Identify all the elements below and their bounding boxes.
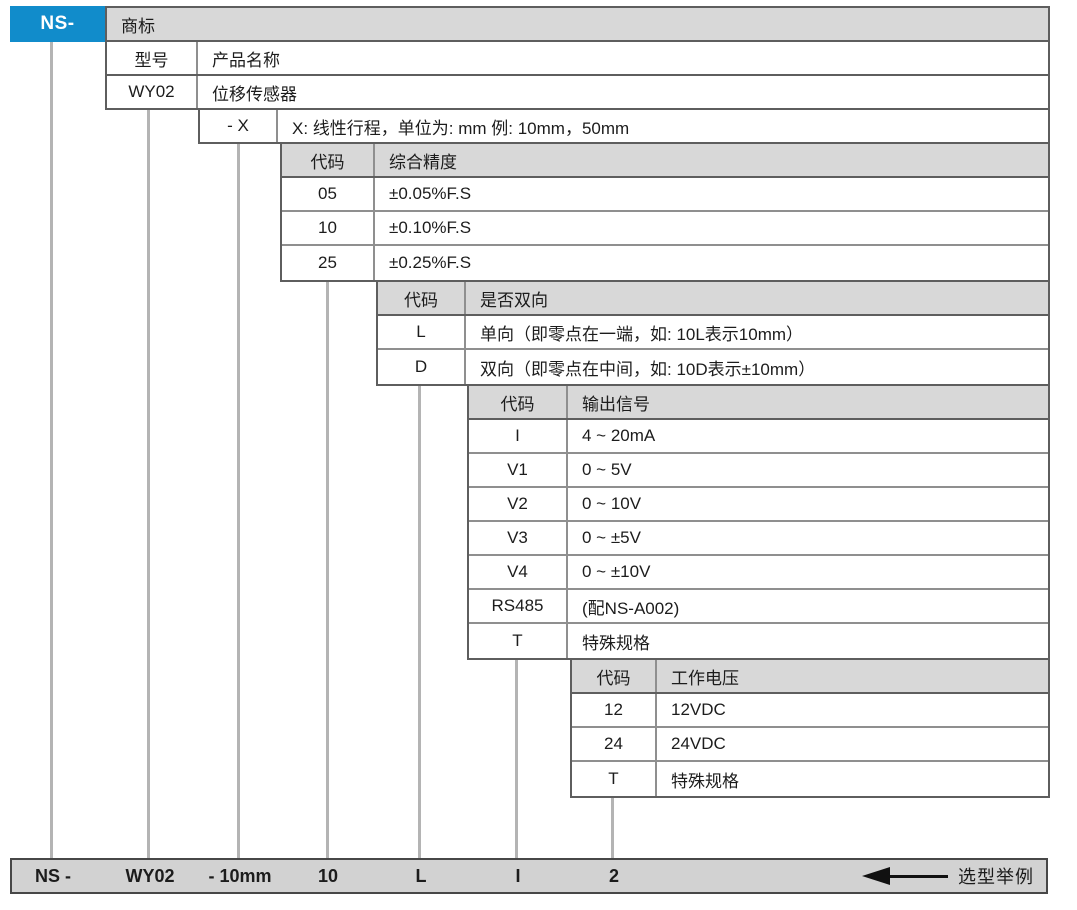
example-segment-model: WY02 bbox=[125, 860, 174, 892]
table-row: D 双向（即零点在中间，如: 10D表示±10mm） bbox=[378, 350, 1048, 384]
left-arrow-icon bbox=[862, 867, 890, 885]
voltage-table-header: 代码 工作电压 bbox=[572, 660, 1048, 694]
value-cell: 0 ~ ±5V bbox=[568, 522, 1048, 554]
code-cell: V1 bbox=[469, 454, 568, 486]
value-cell: ±0.10%F.S bbox=[375, 212, 1048, 244]
table-row: 05 ±0.05%F.S bbox=[282, 178, 1048, 212]
value-cell: 12VDC bbox=[657, 694, 1048, 726]
direction-column-header: 是否双向 bbox=[466, 282, 1048, 314]
table-row: 12 12VDC bbox=[572, 694, 1048, 728]
output-column-header: 输出信号 bbox=[568, 386, 1048, 418]
value-cell: 0 ~ 5V bbox=[568, 454, 1048, 486]
code-column-header: 代码 bbox=[378, 282, 466, 314]
code-cell: D bbox=[378, 350, 466, 384]
model-value-cell: 位移传感器 bbox=[198, 76, 1048, 108]
code-cell: V3 bbox=[469, 522, 568, 554]
direction-table: 代码 是否双向 L 单向（即零点在一端，如: 10L表示10mm） D 双向（即… bbox=[376, 280, 1050, 386]
table-row: L 单向（即零点在一端，如: 10L表示10mm） bbox=[378, 316, 1048, 350]
ordering-example-bar: NS - WY02 - 10mm 10 L I 2 选型举例 bbox=[10, 858, 1048, 894]
voltage-column-header: 工作电压 bbox=[657, 660, 1048, 692]
table-row: T 特殊规格 bbox=[469, 624, 1048, 658]
stroke-row: - X X: 线性行程，单位为: mm 例: 10mm，50mm bbox=[198, 108, 1050, 144]
code-cell: L bbox=[378, 316, 466, 348]
code-cell: 25 bbox=[282, 246, 375, 280]
connector-line-voltage bbox=[611, 796, 614, 858]
example-arrow: 选型举例 bbox=[862, 860, 1034, 892]
code-column-header: 代码 bbox=[282, 144, 375, 176]
connector-line-stroke bbox=[237, 140, 240, 858]
trademark-label: 商标 bbox=[107, 8, 1048, 40]
model-header-value: 产品名称 bbox=[198, 42, 1048, 74]
arrow-line bbox=[890, 875, 948, 878]
voltage-table: 代码 工作电压 12 12VDC 24 24VDC T 特殊规格 bbox=[570, 658, 1050, 798]
connector-line-direction bbox=[418, 384, 421, 858]
value-cell: 特殊规格 bbox=[568, 624, 1048, 658]
value-cell: 0 ~ ±10V bbox=[568, 556, 1048, 588]
example-segment-stroke: - 10mm bbox=[208, 860, 271, 892]
example-segment-voltage: 2 bbox=[609, 860, 619, 892]
connector-line-output bbox=[515, 656, 518, 858]
output-signal-table: 代码 输出信号 I 4 ~ 20mA V1 0 ~ 5V V2 0 ~ 10V … bbox=[467, 384, 1050, 660]
code-cell: V2 bbox=[469, 488, 568, 520]
example-segment-output: I bbox=[515, 860, 520, 892]
table-row: T 特殊规格 bbox=[572, 762, 1048, 796]
value-cell: 双向（即零点在中间，如: 10D表示±10mm） bbox=[466, 350, 1048, 384]
code-cell: T bbox=[469, 624, 568, 658]
value-cell: 24VDC bbox=[657, 728, 1048, 760]
value-cell: (配NS-A002) bbox=[568, 590, 1048, 622]
value-cell: 4 ~ 20mA bbox=[568, 420, 1048, 452]
code-cell: 12 bbox=[572, 694, 657, 726]
brand-code-box: NS- bbox=[10, 6, 105, 42]
code-cell: 24 bbox=[572, 728, 657, 760]
model-code-cell: WY02 bbox=[107, 76, 198, 108]
table-row: 25 ±0.25%F.S bbox=[282, 246, 1048, 280]
value-cell: 单向（即零点在一端，如: 10L表示10mm） bbox=[466, 316, 1048, 348]
example-arrow-label: 选型举例 bbox=[958, 863, 1034, 889]
connector-line-accuracy bbox=[326, 280, 329, 858]
table-row: V4 0 ~ ±10V bbox=[469, 556, 1048, 590]
code-cell: V4 bbox=[469, 556, 568, 588]
accuracy-column-header: 综合精度 bbox=[375, 144, 1048, 176]
code-column-header: 代码 bbox=[469, 386, 568, 418]
direction-table-header: 代码 是否双向 bbox=[378, 282, 1048, 316]
trademark-row: 商标 bbox=[105, 6, 1050, 42]
model-header-code: 型号 bbox=[107, 42, 198, 74]
stroke-value-cell: X: 线性行程，单位为: mm 例: 10mm，50mm bbox=[278, 110, 1048, 142]
table-row: I 4 ~ 20mA bbox=[469, 420, 1048, 454]
accuracy-table-header: 代码 综合精度 bbox=[282, 144, 1048, 178]
table-row: RS485 (配NS-A002) bbox=[469, 590, 1048, 624]
output-table-header: 代码 输出信号 bbox=[469, 386, 1048, 420]
code-cell: 10 bbox=[282, 212, 375, 244]
connector-line-brand bbox=[50, 42, 53, 858]
brand-code-label: NS- bbox=[40, 13, 74, 35]
code-column-header: 代码 bbox=[572, 660, 657, 692]
table-row: 24 24VDC bbox=[572, 728, 1048, 762]
example-segment-accuracy: 10 bbox=[318, 860, 338, 892]
value-cell: ±0.25%F.S bbox=[375, 246, 1048, 280]
table-row: V2 0 ~ 10V bbox=[469, 488, 1048, 522]
stroke-code-cell: - X bbox=[200, 110, 278, 142]
value-cell: 特殊规格 bbox=[657, 762, 1048, 796]
accuracy-table: 代码 综合精度 05 ±0.05%F.S 10 ±0.10%F.S 25 ±0.… bbox=[280, 142, 1050, 282]
model-header-row: 型号 产品名称 bbox=[105, 40, 1050, 76]
example-segment-direction: L bbox=[416, 860, 427, 892]
model-row: WY02 位移传感器 bbox=[105, 74, 1050, 110]
value-cell: ±0.05%F.S bbox=[375, 178, 1048, 210]
value-cell: 0 ~ 10V bbox=[568, 488, 1048, 520]
connector-line-model bbox=[147, 106, 150, 858]
code-cell: RS485 bbox=[469, 590, 568, 622]
code-cell: 05 bbox=[282, 178, 375, 210]
code-cell: I bbox=[469, 420, 568, 452]
table-row: V1 0 ~ 5V bbox=[469, 454, 1048, 488]
example-segment-brand: NS - bbox=[35, 860, 71, 892]
table-row: V3 0 ~ ±5V bbox=[469, 522, 1048, 556]
table-row: 10 ±0.10%F.S bbox=[282, 212, 1048, 246]
code-cell: T bbox=[572, 762, 657, 796]
